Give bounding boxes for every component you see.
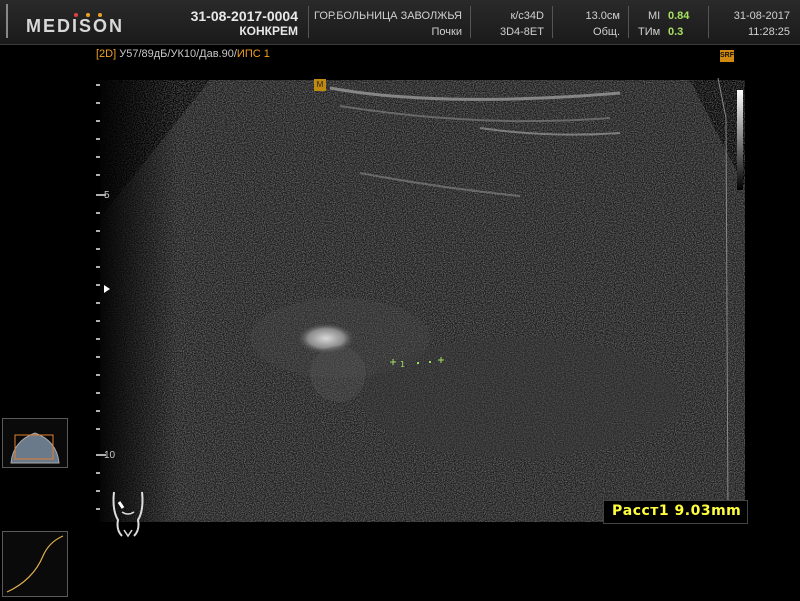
- probe-model: 3D4-8ET: [499, 26, 544, 38]
- tim-value: 0.3: [668, 26, 684, 38]
- measurement-result: Расст1 9.03mm: [603, 500, 748, 524]
- header-divider: [708, 6, 709, 38]
- application-name: Почки: [431, 26, 462, 38]
- scale-tick: [96, 356, 100, 358]
- scale-tick: [96, 508, 100, 510]
- tim-label: ТИм: [638, 26, 661, 38]
- grayscale-bar: [737, 90, 743, 190]
- scale-tick: [96, 84, 100, 86]
- scale-tick: [96, 230, 100, 232]
- scale-tick: [96, 212, 100, 214]
- logo-divider: [6, 4, 8, 38]
- ultrasound-image[interactable]: 1: [100, 77, 745, 523]
- exam-date: 31-08-2017: [733, 10, 790, 22]
- medison-logo: MEDISON: [26, 16, 125, 36]
- exam-time: 11:28:25: [747, 26, 790, 38]
- scale-tick: [96, 374, 100, 376]
- settings-text: У57/89дБ/УК10/Дав.90/: [119, 48, 237, 60]
- header-divider: [552, 6, 553, 38]
- patient-id: 31-08-2017-0004: [190, 8, 298, 24]
- gain-curve-panel[interactable]: [2, 531, 68, 597]
- scale-tick: [96, 138, 100, 140]
- scale-tick: [96, 338, 100, 340]
- header-divider: [628, 6, 629, 38]
- probe-code: к/с34D: [510, 10, 544, 22]
- depth-label-5: 5: [104, 190, 110, 201]
- ips-text: ИПС 1: [236, 48, 270, 60]
- scale-tick: [96, 248, 100, 250]
- patient-name: КОНКРЕМ: [239, 24, 298, 38]
- probe-thumbnail-panel[interactable]: [2, 418, 68, 468]
- scale-tick: [96, 284, 100, 286]
- depth-label-10: 10: [104, 450, 116, 461]
- scale-tick: [96, 410, 100, 412]
- scale-tick: [96, 428, 100, 430]
- scale-tick: [96, 490, 100, 492]
- orientation-marker-icon: M: [314, 79, 326, 91]
- scale-tick: [96, 472, 100, 474]
- preset-name: Общ.: [593, 26, 620, 38]
- header-divider: [470, 6, 471, 38]
- mode-label: [2D]: [96, 48, 117, 60]
- header-bar: MEDISON 31-08-2017-0004 КОНКРЕМ ГОР.БОЛЬ…: [0, 0, 800, 45]
- focus-marker-icon[interactable]: [104, 285, 110, 293]
- scale-tick: [96, 102, 100, 104]
- scale-tick: [96, 266, 100, 268]
- scale-tick: [96, 392, 100, 394]
- scale-tick: [96, 320, 100, 322]
- scale-tick: [96, 174, 100, 176]
- hospital-name: ГОР.БОЛЬНИЦА ЗАВОЛЖЬЯ: [314, 10, 462, 22]
- depth-value: 13.0см: [585, 10, 620, 22]
- header-divider: [308, 6, 309, 38]
- sri-badge: SRF: [720, 50, 734, 62]
- scale-tick: [96, 120, 100, 122]
- mi-value: 0.84: [668, 10, 690, 22]
- scale-tick: [96, 156, 100, 158]
- body-marker-icon[interactable]: [108, 490, 148, 538]
- mi-label: MI: [648, 10, 661, 22]
- depth-scale: 5 10: [92, 80, 116, 520]
- scale-tick: [96, 302, 100, 304]
- distance-measurement: Расст1 9.03mm: [612, 503, 742, 519]
- imaging-parameters: [2D] У57/89дБ/УК10/Дав.90/ИПС 1: [96, 48, 270, 60]
